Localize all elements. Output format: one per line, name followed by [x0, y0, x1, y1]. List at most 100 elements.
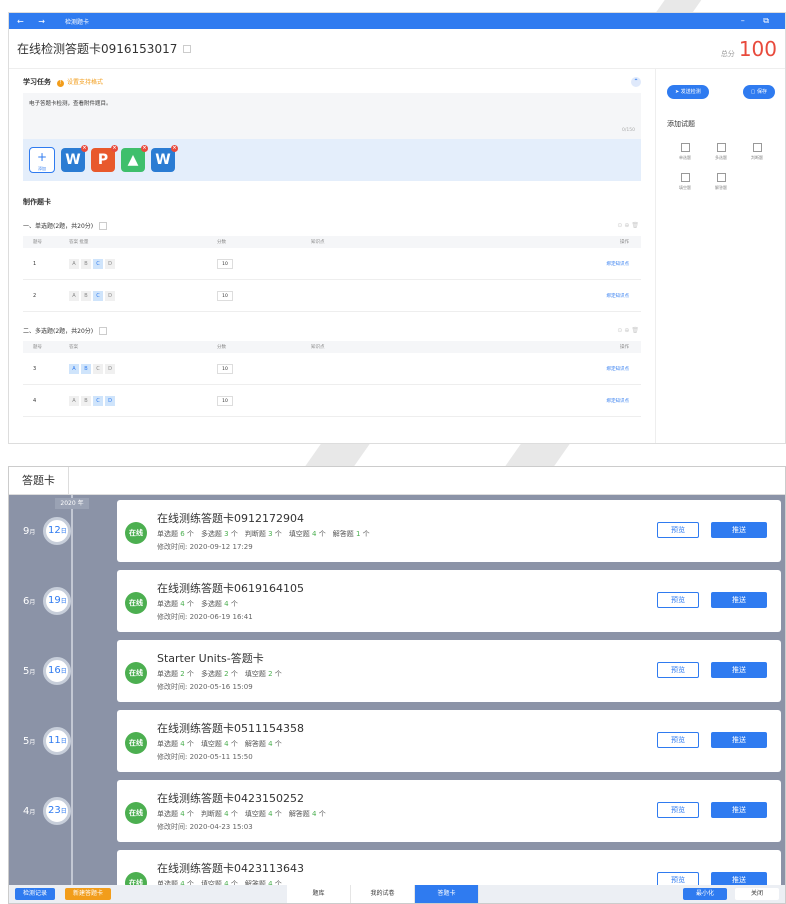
option-b[interactable]: B [81, 395, 91, 406]
timeline-line [71, 495, 73, 885]
save-button[interactable]: ▢ 保存 [742, 85, 775, 99]
push-button[interactable]: 推送 [711, 802, 767, 818]
option-d[interactable]: D [105, 258, 115, 269]
column-header: 操作 [620, 240, 629, 245]
answer-card-item[interactable]: 在线 在线测练答题卡0423150252 单选题 4 个 判断题 4 个 填空题 4… [117, 780, 781, 842]
question-type-button[interactable]: 判断题 [739, 143, 775, 161]
ppt-file-icon[interactable]: P × [91, 145, 118, 172]
option-a[interactable]: A [69, 258, 79, 269]
score-input[interactable]: 10 [217, 290, 233, 301]
group-action-icons[interactable]: ⊙⊕🗑 [617, 222, 641, 229]
option-a[interactable]: A [69, 395, 79, 406]
group-action-icons[interactable]: ⊙⊕🗑 [617, 327, 641, 334]
question-type-button[interactable]: 解答题 [703, 173, 739, 191]
remove-icon[interactable]: × [81, 145, 88, 152]
edit-icon[interactable] [99, 221, 108, 230]
answer-card-item[interactable]: 在线 在线测练答题卡0912172904 单选题 6 个 多选题 3 个 判断题 3… [117, 500, 781, 562]
push-button[interactable]: 推送 [711, 872, 767, 885]
add-attachment-button[interactable]: + 添加 [29, 147, 55, 173]
push-button[interactable]: 推送 [711, 732, 767, 748]
answer-card-item[interactable]: 在线 在线测练答题卡0423113643 单选题 4 个 填空题 4 个 解答题 4… [117, 850, 781, 885]
question-type-button[interactable]: 填空题 [667, 173, 703, 191]
score-input[interactable]: 10 [217, 395, 233, 406]
study-task-heading: 学习任务 [23, 78, 51, 86]
option-c[interactable]: C [93, 363, 103, 374]
window-controls[interactable]: – ⧉ [741, 16, 777, 26]
preview-button[interactable]: 预览 [657, 592, 699, 608]
option-d[interactable]: D [105, 363, 115, 374]
close-button[interactable]: 关闭 [735, 888, 779, 900]
preview-button[interactable]: 预览 [657, 662, 699, 678]
minimize-button[interactable]: 最小化 [683, 888, 727, 900]
tab-item[interactable]: 我的试卷 [351, 885, 416, 903]
year-label: 2020 年 [55, 498, 89, 509]
preview-button[interactable]: 预览 [657, 522, 699, 538]
format-notice[interactable]: 设置支持格式 [57, 77, 103, 87]
option-b[interactable]: B [81, 290, 91, 301]
image-file-icon[interactable]: ▲ × [121, 145, 148, 172]
page-header: 在线检测答题卡0916153017 总分 100 [9, 29, 785, 69]
preview-button[interactable]: 预览 [657, 732, 699, 748]
tab-item[interactable]: 题库 [287, 885, 352, 903]
question-type-button[interactable]: 单选题 [667, 143, 703, 161]
word-file-icon[interactable]: W × [61, 145, 88, 172]
score-input[interactable]: 10 [217, 363, 233, 374]
count-unit: 个 [184, 670, 201, 678]
nav-arrows[interactable]: ← → [17, 17, 51, 26]
push-button[interactable]: 推送 [711, 522, 767, 538]
task-textarea[interactable]: 电子答题卡检测，查看附件题目。 0/150 [23, 93, 641, 139]
char-counter: 0/150 [622, 128, 635, 133]
answer-options: ABCD [69, 258, 217, 269]
preview-button[interactable]: 预览 [657, 802, 699, 818]
option-a[interactable]: A [69, 290, 79, 301]
remove-icon[interactable]: × [141, 145, 148, 152]
column-header: 分数 [217, 240, 226, 245]
answer-card-item[interactable]: 在线 Starter Units-答题卡 单选题 2 个 多选题 2 个 填空题 2… [117, 640, 781, 702]
count-type: 单选题 [157, 670, 181, 678]
score-input[interactable]: 10 [217, 258, 233, 269]
push-button[interactable]: 推送 [711, 592, 767, 608]
edit-icon[interactable] [99, 326, 108, 335]
answer-options: ABCD [69, 363, 217, 374]
bind-knowledge-link[interactable]: 绑定知识点 [607, 294, 630, 299]
collapse-icon[interactable]: ⌃ [631, 77, 641, 87]
day-circle: 16日 [43, 657, 72, 685]
answer-card-item[interactable]: 在线 在线测练答题卡0511154358 单选题 4 个 填空题 4 个 解答题 4… [117, 710, 781, 772]
month-unit: 月 [29, 808, 36, 816]
count-unit: 个 [228, 600, 245, 608]
option-b[interactable]: B [81, 258, 91, 269]
option-c[interactable]: C [93, 395, 103, 406]
option-d[interactable]: D [105, 395, 115, 406]
question-type-icon [752, 143, 762, 152]
question-type-label: 解答题 [715, 185, 727, 190]
bind-knowledge-link[interactable]: 绑定知识点 [607, 367, 630, 372]
option-a[interactable]: A [69, 363, 79, 374]
column-header: 分数 [217, 345, 226, 350]
column-header: 知识点 [311, 345, 325, 350]
count-type: 多选题 [200, 670, 225, 678]
question-number: 1 [33, 260, 37, 267]
preview-button[interactable]: 预览 [657, 872, 699, 885]
tab-item[interactable]: 答题卡 [415, 885, 480, 903]
task-text: 电子答题卡检测，查看附件题目。 [29, 101, 112, 107]
edit-icon[interactable] [183, 44, 192, 53]
modified-time: 修改时间: 2020-09-12 17:29 [157, 543, 253, 551]
question-type-button[interactable]: 多选题 [703, 143, 739, 161]
option-c[interactable]: C [93, 290, 103, 301]
send-test-button[interactable]: ➤ 发送检测 [667, 85, 709, 99]
test-record-button[interactable]: 检测记录 [15, 888, 56, 900]
new-card-button[interactable]: 新建答题卡 [65, 888, 112, 900]
option-d[interactable]: D [105, 290, 115, 301]
remove-icon[interactable]: × [171, 145, 178, 152]
bind-knowledge-link[interactable]: 绑定知识点 [607, 399, 630, 404]
bind-knowledge-link[interactable]: 绑定知识点 [607, 262, 630, 267]
word-file-icon[interactable]: W × [151, 145, 178, 172]
push-button[interactable]: 推送 [711, 662, 767, 678]
answer-card-item[interactable]: 在线 在线测练答题卡0619164105 单选题 4 个 多选题 4 个 修改时间:… [117, 570, 781, 632]
day-unit: 日 [60, 528, 67, 535]
count-type: 解答题 [244, 740, 269, 748]
question-type-icon [680, 143, 690, 152]
option-c[interactable]: C [93, 258, 103, 269]
remove-icon[interactable]: × [111, 145, 118, 152]
option-b[interactable]: B [81, 363, 91, 374]
